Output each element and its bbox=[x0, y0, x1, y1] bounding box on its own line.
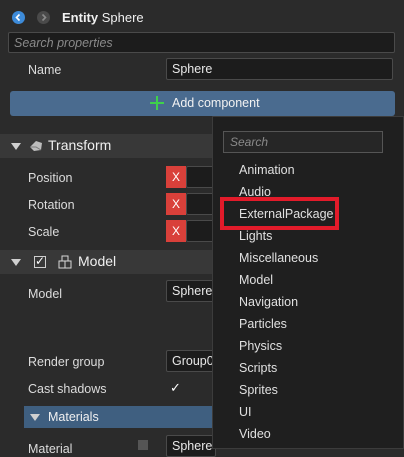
chevron-down-icon[interactable] bbox=[11, 143, 21, 150]
entity-name: Sphere bbox=[98, 10, 144, 25]
dropdown-item-particles[interactable]: Particles bbox=[239, 317, 287, 331]
name-field[interactable]: Sphere bbox=[166, 58, 393, 80]
position-x-button[interactable]: X bbox=[166, 166, 186, 188]
dropdown-item-model[interactable]: Model bbox=[239, 273, 273, 287]
cast-shadows-label: Cast shadows bbox=[28, 382, 107, 396]
transform-title: Transform bbox=[48, 137, 112, 153]
inspector-title: Entity Sphere bbox=[62, 10, 144, 25]
rotation-label: Rotation bbox=[28, 198, 75, 212]
transform-icon bbox=[30, 141, 42, 151]
rotation-x-button[interactable]: X bbox=[166, 193, 186, 215]
cast-shadows-checkbox[interactable]: ✓ bbox=[170, 380, 181, 396]
chevron-down-icon[interactable] bbox=[11, 259, 21, 266]
add-component-dropdown: Search Animation Audio ExternalPackage L… bbox=[212, 116, 404, 449]
position-label: Position bbox=[28, 171, 73, 185]
render-group-label: Render group bbox=[28, 355, 105, 369]
entity-word: Entity bbox=[62, 10, 99, 25]
dropdown-item-video[interactable]: Video bbox=[239, 427, 271, 441]
render-group-field[interactable]: Group0 bbox=[166, 350, 216, 372]
dropdown-item-miscellaneous[interactable]: Miscellaneous bbox=[239, 251, 318, 265]
dropdown-item-navigation[interactable]: Navigation bbox=[239, 295, 298, 309]
dropdown-item-sprites[interactable]: Sprites bbox=[239, 383, 278, 397]
add-component-button[interactable]: Add component bbox=[10, 91, 395, 116]
material-field[interactable]: Sphere bbox=[166, 435, 216, 457]
highlight-box bbox=[220, 197, 339, 230]
search-properties-input[interactable]: Search properties bbox=[8, 32, 395, 53]
name-label: Name bbox=[28, 63, 62, 77]
plus-icon bbox=[150, 96, 164, 110]
chevron-down-icon[interactable] bbox=[30, 414, 40, 421]
dropdown-item-physics[interactable]: Physics bbox=[239, 339, 282, 353]
checkmark-icon: ✓ bbox=[35, 254, 46, 268]
forward-icon[interactable] bbox=[37, 11, 50, 24]
add-component-label: Add component bbox=[172, 96, 260, 110]
dropdown-item-animation[interactable]: Animation bbox=[239, 163, 295, 177]
materials-title: Materials bbox=[48, 410, 99, 424]
material-label: Material bbox=[28, 442, 73, 456]
model-enabled-checkbox[interactable]: ✓ bbox=[34, 254, 46, 268]
dropdown-item-ui[interactable]: UI bbox=[239, 405, 252, 419]
search-properties-placeholder: Search properties bbox=[14, 36, 113, 50]
model-title: Model bbox=[78, 253, 117, 269]
scale-label: Scale bbox=[28, 225, 60, 239]
dropdown-item-lights[interactable]: Lights bbox=[239, 229, 272, 243]
dropdown-item-scripts[interactable]: Scripts bbox=[239, 361, 277, 375]
back-icon[interactable] bbox=[12, 11, 25, 24]
dropdown-search-input[interactable]: Search bbox=[223, 131, 383, 153]
model-label: Model bbox=[28, 287, 63, 301]
model-field[interactable]: Sphere bbox=[166, 280, 216, 302]
model-icon bbox=[58, 255, 72, 269]
scale-x-button[interactable]: X bbox=[166, 220, 186, 242]
